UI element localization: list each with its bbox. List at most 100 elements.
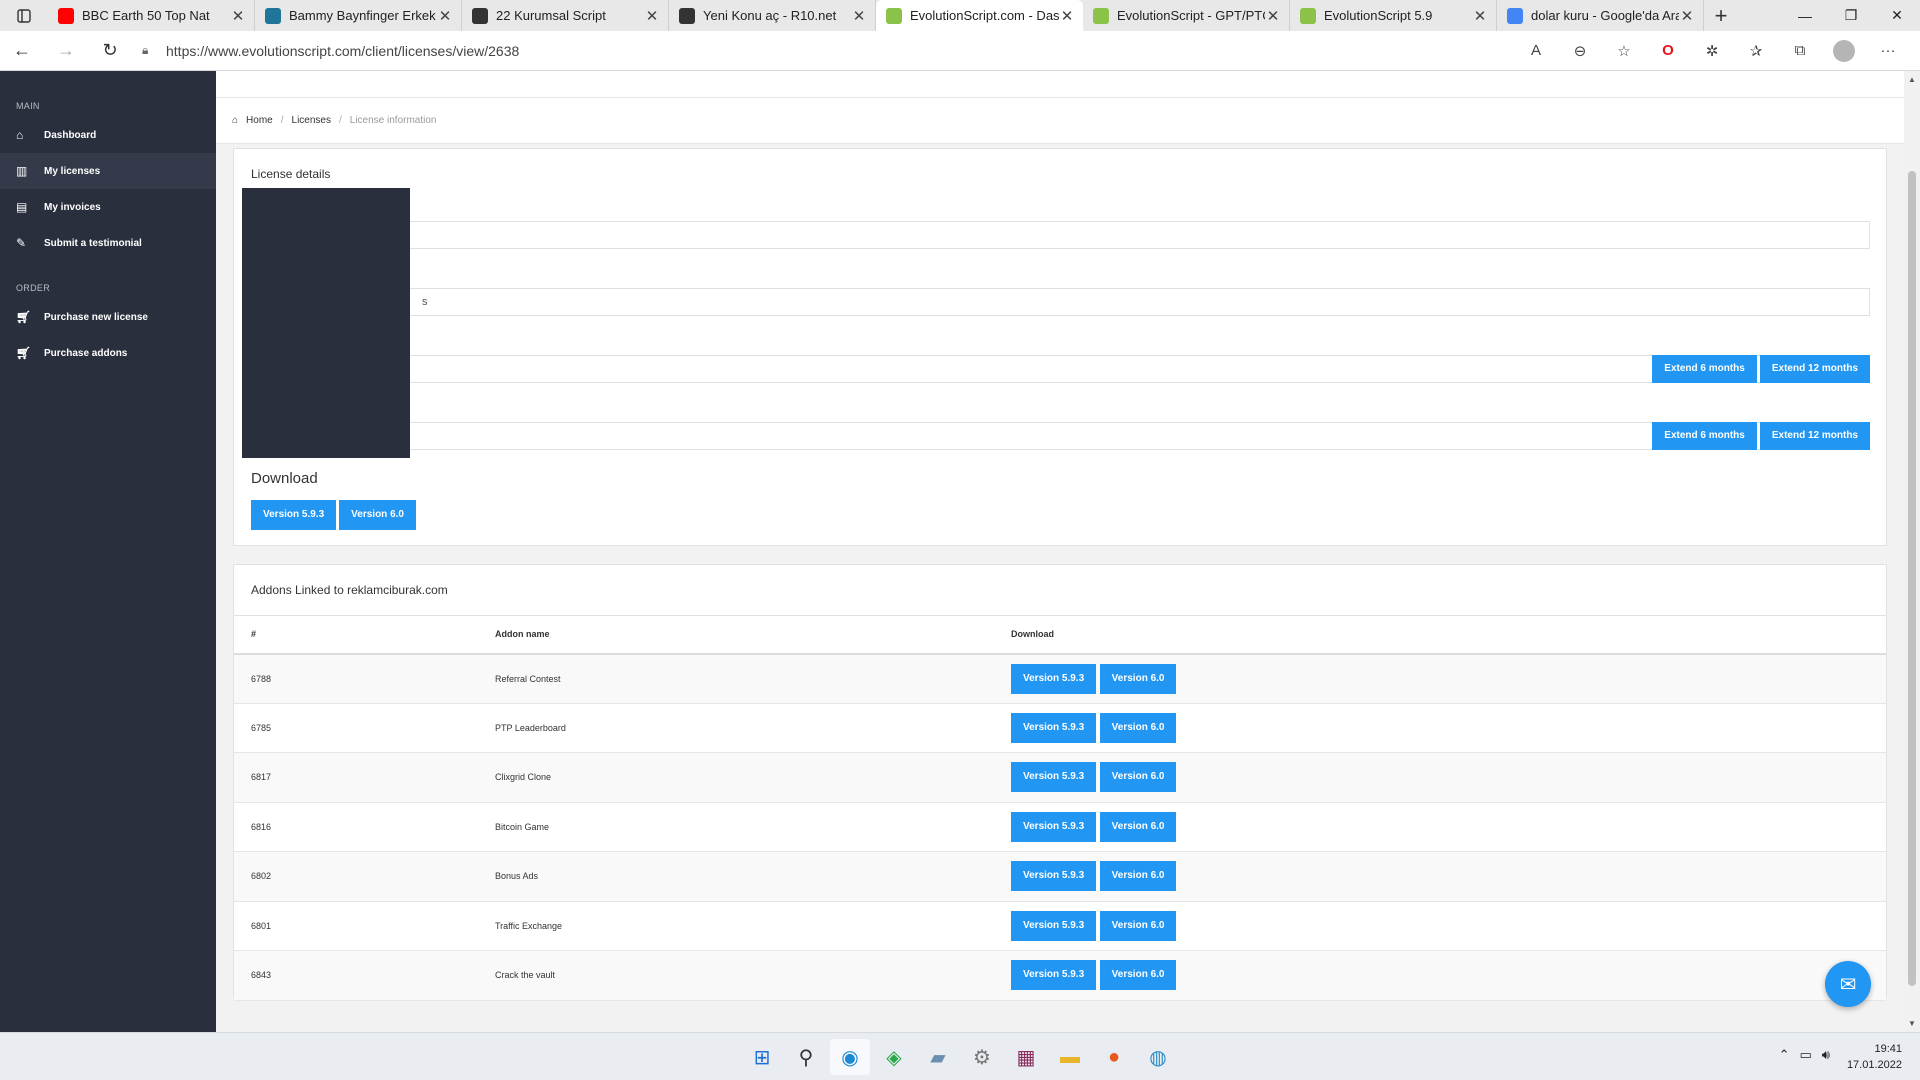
browser-tab-2[interactable]: 22 Kurumsal Script ✕ bbox=[462, 0, 669, 31]
addon-name: Bitcoin Game bbox=[484, 802, 994, 852]
breadcrumb-current: License information bbox=[349, 115, 437, 126]
close-tab-icon[interactable]: ✕ bbox=[230, 7, 246, 25]
addon-download-v60-button[interactable]: Version 6.0 bbox=[1099, 861, 1177, 892]
app-green-icon[interactable]: ◈ bbox=[874, 1039, 914, 1075]
sidebar-item-purchase-license[interactable]: 🛒︎ Purchase new license bbox=[0, 299, 216, 335]
clock-time: 19:41 bbox=[1874, 1043, 1902, 1055]
sidebar-item-submit-testimonial[interactable]: ✎ Submit a testimonial bbox=[0, 225, 216, 261]
close-tab-icon[interactable]: ✕ bbox=[1265, 7, 1281, 25]
download-v593-button[interactable]: Version 5.9.3 bbox=[251, 500, 337, 530]
network-icon[interactable]: ▭ bbox=[1800, 1047, 1812, 1063]
close-tab-icon[interactable]: ✕ bbox=[1059, 7, 1075, 25]
addon-download-v60-button[interactable]: Version 6.0 bbox=[1099, 910, 1177, 941]
folder-icon[interactable]: ▬ bbox=[1050, 1039, 1090, 1075]
zoom-icon[interactable]: ⊖ bbox=[1558, 31, 1602, 71]
refresh-button[interactable]: ↻ bbox=[88, 31, 132, 71]
volume-icon[interactable]: 🔊︎ bbox=[1822, 1047, 1830, 1063]
minimize-icon[interactable]: — bbox=[1782, 0, 1828, 31]
addon-download-cell: Version 5.9.3 Version 6.0 bbox=[994, 653, 1886, 704]
evolution-icon bbox=[1300, 7, 1316, 24]
browser-tab-7[interactable]: dolar kuru - Google'da Ara ✕ bbox=[1497, 0, 1704, 31]
main-content: ⌂ Home / Licenses / License information … bbox=[216, 71, 1904, 1032]
addon-download-v60-button[interactable]: Version 6.0 bbox=[1099, 811, 1177, 842]
invoice-icon: ▤ bbox=[16, 200, 28, 214]
addon-download-v593-button[interactable]: Version 5.9.3 bbox=[1011, 811, 1097, 842]
restore-icon[interactable]: ❐ bbox=[1828, 0, 1874, 31]
addon-download-v593-button[interactable]: Version 5.9.3 bbox=[1011, 712, 1097, 743]
license-field-1 bbox=[251, 221, 1870, 249]
app-gear-icon[interactable]: ⚙ bbox=[962, 1039, 1002, 1075]
licenses-icon: ▥ bbox=[16, 164, 28, 178]
clock-date: 17.01.2022 bbox=[1846, 1059, 1902, 1071]
app-globe-icon[interactable]: ◍ bbox=[1138, 1039, 1178, 1075]
close-tab-icon[interactable]: ✕ bbox=[437, 7, 453, 25]
tab-actions-icon[interactable] bbox=[0, 0, 48, 31]
license-field-4: Extend 6 months Extend 12 months bbox=[251, 422, 1870, 450]
addon-download-v593-button[interactable]: Version 5.9.3 bbox=[1011, 762, 1097, 793]
addon-download-v593-button[interactable]: Version 5.9.3 bbox=[1011, 861, 1097, 892]
chat-button[interactable]: ✉ bbox=[1825, 961, 1871, 1007]
close-tab-icon[interactable]: ✕ bbox=[1472, 7, 1488, 25]
new-tab-button[interactable]: + bbox=[1704, 3, 1738, 29]
start-icon[interactable]: ⊞ bbox=[742, 1039, 782, 1075]
read-aloud-icon[interactable]: A bbox=[1514, 31, 1558, 71]
scrollbar-thumb[interactable] bbox=[1908, 171, 1916, 986]
addon-download-v593-button[interactable]: Version 5.9.3 bbox=[1011, 910, 1097, 941]
browser-tab-6[interactable]: EvolutionScript 5.9 ✕ bbox=[1290, 0, 1497, 31]
col-header-id: # bbox=[234, 615, 484, 655]
addon-download-v593-button[interactable]: Version 5.9.3 bbox=[1011, 663, 1097, 694]
sidebar-item-dashboard[interactable]: ⌂ Dashboard bbox=[0, 117, 216, 153]
search-icon[interactable]: ⚲ bbox=[786, 1039, 826, 1075]
sidebar-item-purchase-addons[interactable]: 🛒︎ Purchase addons bbox=[0, 335, 216, 371]
app-tablet-icon[interactable]: ▰ bbox=[918, 1039, 958, 1075]
google-icon bbox=[1507, 7, 1523, 24]
addon-id: 6816 bbox=[234, 802, 484, 852]
url-text[interactable]: https://www.evolutionscript.com/client/l… bbox=[166, 43, 519, 59]
addon-download-cell: Version 5.9.3 Version 6.0 bbox=[994, 802, 1886, 852]
browser-tab-title: BBC Earth 50 Top Nat bbox=[82, 8, 210, 23]
browser-tab-0[interactable]: BBC Earth 50 Top Nat ✕ bbox=[48, 0, 255, 31]
addon-download-v60-button[interactable]: Version 6.0 bbox=[1099, 960, 1177, 991]
addon-download-v60-button[interactable]: Version 6.0 bbox=[1099, 663, 1177, 694]
chevron-up-icon[interactable]: ⌃ bbox=[1779, 1047, 1790, 1063]
close-tab-icon[interactable]: ✕ bbox=[1679, 7, 1695, 25]
scroll-down-icon[interactable]: ▼ bbox=[1904, 1019, 1920, 1028]
sidebar-item-my-licenses[interactable]: ▥ My licenses bbox=[0, 153, 216, 189]
collections-icon[interactable]: ⧉ bbox=[1778, 31, 1822, 71]
breadcrumb-licenses[interactable]: Licenses bbox=[292, 115, 331, 126]
extend-12-months-button[interactable]: Extend 12 months bbox=[1759, 422, 1870, 450]
clock[interactable]: 19:41 17.01.2022 bbox=[1847, 1041, 1902, 1073]
sidebar-item-my-invoices[interactable]: ▤ My invoices bbox=[0, 189, 216, 225]
addon-name: Bonus Ads bbox=[484, 851, 994, 902]
page-scrollbar[interactable]: ▲ ▼ bbox=[1904, 71, 1920, 1032]
forward-button[interactable]: → bbox=[44, 31, 88, 71]
close-tab-icon[interactable]: ✕ bbox=[851, 7, 867, 25]
extend-6-months-button[interactable]: Extend 6 months bbox=[1652, 355, 1757, 383]
browser-tab-1[interactable]: Bammy Baynfinger Erkek K ✕ bbox=[255, 0, 462, 31]
addon-download-v60-button[interactable]: Version 6.0 bbox=[1099, 762, 1177, 793]
firefox-icon[interactable]: ● bbox=[1094, 1039, 1134, 1075]
breadcrumb-home[interactable]: Home bbox=[246, 115, 273, 126]
add-favorite-icon[interactable]: ☆ bbox=[1602, 31, 1646, 71]
favorites-icon[interactable]: ✰ bbox=[1734, 31, 1778, 71]
download-v60-button[interactable]: Version 6.0 bbox=[339, 500, 416, 530]
extensions-icon[interactable]: ✲ bbox=[1690, 31, 1734, 71]
extend-12-months-button[interactable]: Extend 12 months bbox=[1759, 355, 1870, 383]
more-menu-icon[interactable]: ··· bbox=[1866, 31, 1910, 71]
browser-tab-3[interactable]: Yeni Konu aç - R10.net ✕ bbox=[669, 0, 876, 31]
url-field[interactable]: 🔒︎ https://www.evolutionscript.com/clien… bbox=[142, 36, 1514, 66]
browser-tab-4[interactable]: EvolutionScript.com - Dash ✕ bbox=[876, 0, 1083, 31]
addon-download-v60-button[interactable]: Version 6.0 bbox=[1099, 712, 1177, 743]
scroll-up-icon[interactable]: ▲ bbox=[1904, 75, 1920, 84]
close-tab-icon[interactable]: ✕ bbox=[644, 7, 660, 25]
edge-icon[interactable]: ◉ bbox=[830, 1039, 870, 1075]
profile-avatar-icon[interactable] bbox=[1822, 31, 1866, 71]
extend-6-months-button[interactable]: Extend 6 months bbox=[1652, 422, 1757, 450]
opera-extension-icon[interactable]: O bbox=[1646, 31, 1690, 71]
addon-download-v593-button[interactable]: Version 5.9.3 bbox=[1011, 960, 1097, 991]
browser-tab-title: Yeni Konu aç - R10.net bbox=[703, 8, 837, 23]
browser-tab-5[interactable]: EvolutionScript - GPT/PTC ✕ bbox=[1083, 0, 1290, 31]
close-window-icon[interactable]: ✕ bbox=[1874, 0, 1920, 31]
winrar-icon[interactable]: ▦ bbox=[1006, 1039, 1046, 1075]
back-button[interactable]: ← bbox=[0, 31, 44, 71]
